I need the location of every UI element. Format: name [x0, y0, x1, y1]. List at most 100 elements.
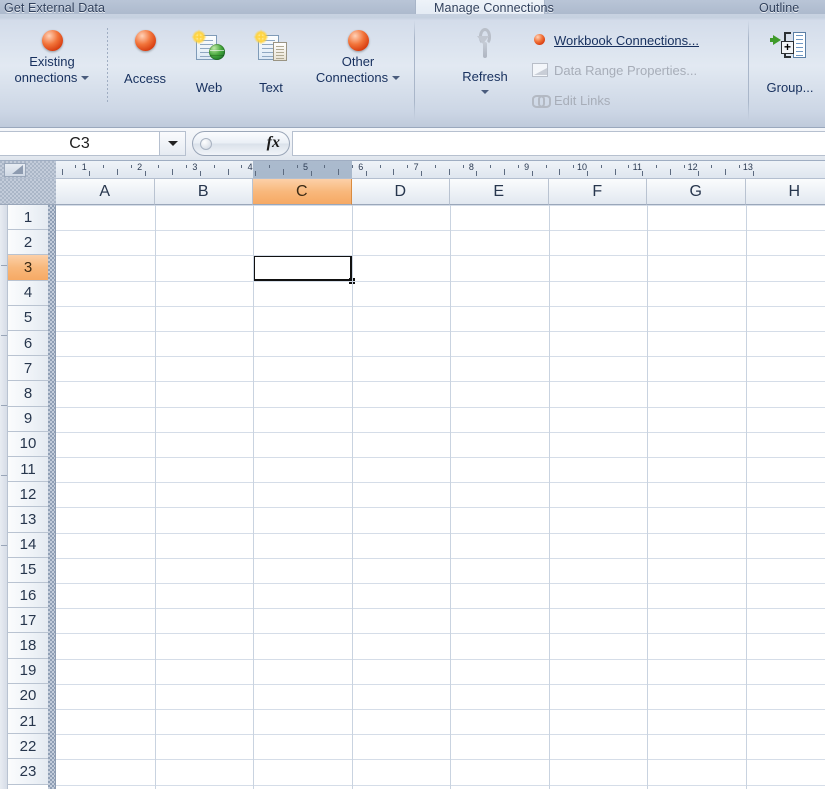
existing-connections-button[interactable]: Existing onnections	[0, 30, 104, 85]
row-header-23[interactable]: 23	[8, 759, 48, 785]
text-document-icon	[240, 29, 302, 66]
chevron-down-icon[interactable]	[392, 76, 401, 81]
ruler-minor-tick	[61, 169, 63, 175]
row-header-3[interactable]: 3	[8, 255, 48, 281]
column-header-h[interactable]: H	[745, 179, 825, 205]
text-label: Text	[259, 79, 283, 95]
row-header-16[interactable]: 16	[8, 583, 48, 609]
select-all-corner-icon[interactable]	[4, 163, 26, 177]
vertical-scrollbar-edge[interactable]	[0, 205, 8, 789]
refresh-all-button[interactable]: Refresh	[442, 28, 528, 99]
row-header-9[interactable]: 9	[8, 406, 48, 432]
gridline-horizontal	[56, 608, 825, 610]
gridline-horizontal	[56, 255, 825, 257]
scrollbar-tick	[1, 265, 7, 266]
name-box[interactable]: C3	[0, 131, 160, 156]
ruler-minor-tick	[227, 169, 229, 175]
ruler-number-12: 12	[687, 162, 698, 172]
row-header-13[interactable]: 13	[8, 507, 48, 533]
web-document-globe-icon	[178, 29, 240, 66]
workbook-connections-command[interactable]: Workbook Connections...	[532, 32, 699, 48]
ruler-number-5: 5	[302, 162, 309, 172]
row-header-17[interactable]: 17	[8, 608, 48, 634]
ruler-minor-tick	[504, 169, 506, 175]
row-header-19[interactable]: 19	[8, 658, 48, 684]
ruler-minor-tick	[683, 165, 685, 168]
select-all-button[interactable]	[0, 179, 56, 205]
refresh-label: Refresh	[462, 68, 508, 84]
ruler-major-tick	[199, 171, 201, 176]
column-header-g[interactable]: G	[647, 179, 746, 205]
gridline-horizontal	[56, 431, 825, 433]
ruler-minor-tick	[490, 165, 492, 168]
ribbon-group-outline: Outline + Group...	[755, 0, 825, 128]
existing-connections-label-line1: Existing	[29, 54, 75, 69]
chevron-down-icon[interactable]	[442, 83, 528, 99]
column-header-c[interactable]: C	[253, 179, 352, 205]
ruler-number-3: 3	[192, 162, 198, 172]
worksheet-grid[interactable]	[56, 205, 825, 789]
gridline-horizontal	[56, 205, 825, 206]
access-button[interactable]: Access	[112, 30, 178, 87]
workbook-connections-label: Workbook Connections...	[554, 32, 699, 48]
name-box-dropdown[interactable]	[160, 131, 186, 156]
ruler-minor-tick	[559, 169, 561, 175]
gridline-horizontal	[56, 709, 825, 710]
gridline-horizontal	[56, 280, 825, 282]
name-box-value: C3	[69, 134, 90, 152]
gridline-horizontal	[56, 457, 825, 458]
formula-input[interactable]	[292, 131, 825, 156]
row-header-8[interactable]: 8	[8, 381, 48, 407]
other-connections-button[interactable]: Other Connections	[302, 30, 414, 85]
ribbon-group-manage-connections: Manage Connections Refresh Workbook Conn…	[430, 0, 750, 128]
ruler-number-13: 13	[742, 162, 753, 172]
web-button[interactable]: Web	[178, 29, 240, 95]
data-range-properties-label: Data Range Properties...	[554, 62, 698, 78]
column-header-f[interactable]: F	[548, 179, 647, 205]
row-header-21[interactable]: 21	[8, 709, 48, 735]
formula-bar: C3 fx	[0, 128, 825, 161]
insert-function-button[interactable]: fx	[192, 131, 290, 156]
insert-function-icon: fx	[266, 134, 280, 151]
existing-connections-label-line2: onnections	[0, 70, 104, 86]
other-connections-ball-icon	[302, 30, 414, 51]
row-header-2[interactable]: 2	[8, 230, 48, 256]
column-header-a[interactable]: A	[56, 179, 155, 205]
active-cell-selection[interactable]	[253, 255, 352, 281]
ruler-minor-tick	[711, 165, 713, 168]
ruler-minor-tick	[739, 165, 741, 168]
row-header-15[interactable]: 15	[8, 557, 48, 583]
column-header-b[interactable]: B	[154, 179, 253, 205]
ruler-major-tick	[310, 171, 312, 176]
row-header-18[interactable]: 18	[8, 633, 48, 659]
gridline-horizontal	[56, 633, 825, 635]
row-header-7[interactable]: 7	[8, 356, 48, 382]
row-header-14[interactable]: 14	[8, 532, 48, 558]
column-header-d[interactable]: D	[351, 179, 450, 205]
row-header-5[interactable]: 5	[8, 305, 48, 331]
text-button[interactable]: Text	[240, 29, 302, 95]
ruler-major-tick	[144, 171, 146, 176]
ruler-minor-tick	[158, 165, 160, 168]
row-header-4[interactable]: 4	[8, 280, 48, 306]
row-header-10[interactable]: 10	[8, 431, 48, 457]
ruler-minor-tick	[103, 165, 105, 168]
ruler-track[interactable]: 1 2 3 4 5 6 7 8 9 10 11 12 13	[56, 161, 825, 178]
data-range-properties-command: Data Range Properties...	[532, 62, 697, 78]
gridline-horizontal	[56, 230, 825, 232]
ruler-number-10: 10	[576, 162, 588, 172]
row-header-6[interactable]: 6	[8, 331, 48, 357]
group-button[interactable]: + Group...	[757, 30, 823, 95]
gridline-horizontal	[56, 683, 825, 685]
row-header-20[interactable]: 20	[8, 683, 48, 709]
scrollbar-tick	[1, 545, 7, 546]
row-header-1[interactable]: 1	[8, 205, 48, 231]
row-header-11[interactable]: 11	[8, 457, 48, 483]
chevron-down-icon[interactable]	[81, 76, 90, 81]
ruler-minor-tick	[282, 169, 284, 175]
column-header-e[interactable]: E	[450, 179, 549, 205]
row-header-12[interactable]: 12	[8, 482, 48, 508]
group-title-get-external-data: Get External Data	[4, 1, 106, 15]
group-button-label: Group...	[766, 79, 814, 95]
row-header-22[interactable]: 22	[8, 734, 48, 760]
